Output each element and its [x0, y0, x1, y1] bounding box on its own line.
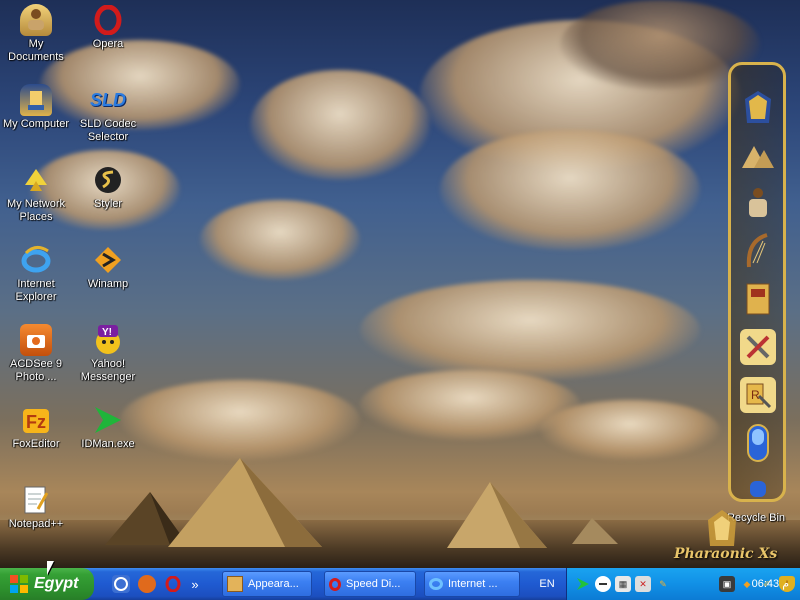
quick-launch-more-button[interactable]: » [190, 575, 200, 593]
winamp-icon [92, 244, 124, 276]
desktop-icon-idman[interactable]: IDMan.exe [70, 404, 146, 451]
registry-tools-icon: R [746, 383, 772, 409]
windows-flag-icon [10, 575, 28, 593]
desktop-icon-label: FoxEditor [12, 438, 60, 450]
yahoo-messenger-icon: Y! [92, 324, 124, 356]
dock-item-pharaoh[interactable] [740, 89, 776, 125]
desktop-icon-notepadpp[interactable]: Notepad++ [0, 484, 74, 531]
task-label: Appeara... [248, 578, 299, 590]
dock-item-capsule[interactable] [740, 424, 776, 462]
desktop-icon-label: Winamp [87, 278, 129, 290]
desktop-icon-my-computer[interactable]: My Computer [0, 84, 74, 131]
my-documents-icon [20, 4, 52, 36]
system-tray: ▦ ✕ ✎ ▣ ◆ ✐ ! 06:43 م [566, 568, 800, 600]
internet-explorer-icon [20, 244, 52, 276]
pharaoh-mask-icon [745, 91, 771, 123]
quick-launch-opera-icon[interactable] [164, 575, 182, 593]
quick-launch-firefox-icon[interactable] [138, 575, 156, 593]
dock-item-pyramids[interactable] [740, 137, 776, 173]
taskbar: Egypt » Appeara... Speed Di... Internet … [0, 568, 800, 600]
desktop-icon-label: Yahoo! Messenger [80, 358, 136, 383]
logo-text: Pharaonic Xs [674, 546, 778, 562]
opera-icon [329, 577, 341, 591]
desktop-icon-my-documents[interactable]: My Documents [0, 4, 74, 64]
desktop-icon-label: My Computer [2, 118, 70, 130]
tray-spacer [675, 576, 715, 592]
task-button-speed-dial[interactable]: Speed Di... [324, 571, 416, 597]
desktop-icon-label: Opera [92, 38, 124, 50]
styler-icon [92, 164, 124, 196]
scribe-statue-icon [749, 188, 767, 217]
tray-hardware-icon[interactable]: ▣ [719, 576, 735, 592]
pyramids-icon [742, 146, 774, 168]
desktop-icon-label: ACDSee 9 Photo ... [10, 358, 62, 383]
opera-icon [92, 4, 124, 36]
desktop-icon-label: Styler [93, 198, 123, 210]
desktop-icon-internet-explorer[interactable]: Internet Explorer [0, 244, 74, 304]
task-label: Internet ... [448, 578, 498, 590]
desktop-icon-opera[interactable]: Opera [70, 4, 146, 51]
tray-security-icon[interactable]: ✕ [635, 576, 651, 592]
pharaonic-dock: R [728, 62, 786, 502]
book-icon [746, 283, 770, 315]
harp-icon [746, 233, 768, 268]
notepadpp-icon [20, 484, 52, 516]
quick-launch-network-icon[interactable] [112, 575, 130, 593]
desktop-icon-styler[interactable]: Styler [70, 164, 146, 211]
desktop-icon-label: My Network Places [6, 198, 66, 223]
svg-text:Fz: Fz [26, 412, 46, 432]
idman-icon [92, 404, 124, 436]
appearance-icon [227, 576, 243, 592]
desktop-icon-label: Internet Explorer [15, 278, 57, 303]
desktop-icon-yahoo-messenger[interactable]: Y! Yahoo! Messenger [70, 324, 146, 384]
network-places-icon [20, 164, 52, 196]
tray-tool-icon[interactable]: ✎ [655, 576, 671, 592]
dock-item-tools[interactable] [740, 329, 776, 365]
svg-text:R: R [751, 388, 760, 402]
tools-icon [746, 335, 770, 359]
acdsee-icon [20, 324, 52, 356]
clock[interactable]: 06:43 م [752, 577, 789, 590]
task-button-appearance[interactable]: Appeara... [222, 571, 312, 597]
language-indicator[interactable]: EN [530, 568, 564, 600]
desktop-icon-label: IDMan.exe [81, 438, 135, 450]
desktop-icon-label: Notepad++ [8, 518, 64, 530]
dock-item-scribe[interactable] [740, 185, 776, 221]
my-computer-icon [20, 84, 52, 116]
desktop-icon-label: My Documents [8, 38, 64, 63]
desktop-icon-acdsee[interactable]: ACDSee 9 Photo ... [0, 324, 74, 384]
capsule-icon [747, 424, 769, 462]
tray-network-icon[interactable]: ▦ [615, 576, 631, 592]
internet-explorer-icon [429, 578, 443, 590]
dock-item-harp[interactable] [740, 233, 776, 269]
desktop-icon-foxeditor[interactable]: Fz FoxEditor [0, 404, 74, 451]
desktop-icon-sld-codec[interactable]: SLD SLD Codec Selector [70, 84, 146, 144]
mouse-cursor-icon [47, 561, 54, 575]
dock-item-registry[interactable]: R [740, 377, 776, 413]
quick-launch: » [112, 575, 200, 593]
sld-codec-icon: SLD [90, 89, 126, 110]
desktop-icon-label: SLD Codec Selector [79, 118, 137, 143]
desktop-icon-my-network-places[interactable]: My Network Places [0, 164, 74, 224]
task-button-internet-explorer[interactable]: Internet ... [424, 571, 520, 597]
tray-volume-icon[interactable] [595, 576, 611, 592]
dock-item-book[interactable] [740, 281, 776, 317]
svg-text:Y!: Y! [102, 327, 112, 338]
start-label: Egypt [34, 575, 79, 592]
foxeditor-icon: Fz [20, 404, 52, 436]
tray-idm-icon[interactable] [575, 576, 591, 592]
desktop-icon-winamp[interactable]: Winamp [70, 244, 146, 291]
task-label: Speed Di... [346, 578, 401, 590]
